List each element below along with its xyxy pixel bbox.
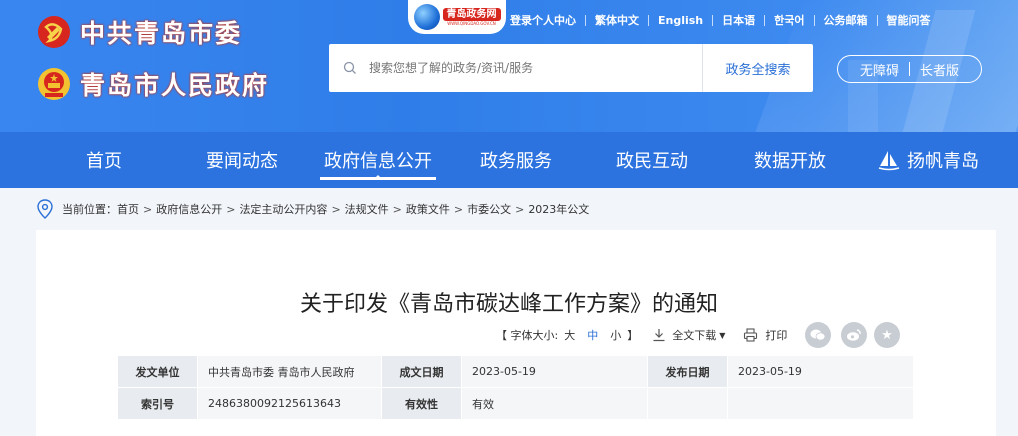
publish-date-value: 2023-05-19 xyxy=(727,355,914,388)
breadcrumb-item[interactable]: 政策文件 xyxy=(406,201,450,217)
download-button[interactable]: 全文下载 ▼ xyxy=(652,327,725,343)
top-link-japanese[interactable]: 日本语 xyxy=(712,14,764,26)
search-icon xyxy=(343,61,356,74)
validity-value: 有效 xyxy=(461,387,648,420)
wechat-share-icon[interactable] xyxy=(805,322,831,348)
favorite-star-icon[interactable]: ★ xyxy=(874,322,900,348)
date-label: 成文日期 xyxy=(381,355,462,388)
breadcrumb-prefix: 当前位置： xyxy=(62,203,117,216)
publish-date-label: 发布日期 xyxy=(647,355,728,388)
breadcrumb-separator: > xyxy=(453,202,464,216)
article-tools: 【 字体大小: 大 中 小 】 全文下载 ▼ 打印 xyxy=(496,327,787,343)
download-icon xyxy=(653,329,665,342)
accessibility-switch: 无障碍 长者版 xyxy=(837,55,982,83)
breadcrumb-separator: > xyxy=(392,202,402,216)
font-size-label: 【 字体大小: xyxy=(496,329,559,342)
font-size-medium-button[interactable]: 中 xyxy=(587,327,598,343)
weibo-share-icon[interactable] xyxy=(841,322,867,348)
top-link-qa[interactable]: 智能问答 xyxy=(876,14,940,26)
top-links: 登录个人中心 繁体中文 English 日本语 한국어 公务邮箱 智能问答 xyxy=(510,11,940,29)
qingdao-gov-logo[interactable]: 青岛政务网 WWW.QINGDAO.GOV.CN xyxy=(408,0,506,34)
top-link-login[interactable]: 登录个人中心 xyxy=(510,15,585,26)
logo-url: WWW.QINGDAO.GOV.CN xyxy=(447,20,496,26)
elder-mode-button[interactable]: 长者版 xyxy=(910,60,969,79)
accessibility-button[interactable]: 无障碍 xyxy=(850,60,909,79)
issuer-label: 发文单位 xyxy=(117,355,198,388)
nav-item-open-data[interactable]: 数据开放 xyxy=(750,132,830,188)
site-header: 中共青岛市委 青岛市人民政府 青岛政务网 WWW.QINGDAO.GOV.CN … xyxy=(0,0,1018,132)
party-brand-text: 中共青岛市委 xyxy=(80,19,243,48)
party-emblem-icon xyxy=(36,14,72,50)
nav-item-services[interactable]: 政务服务 xyxy=(476,132,556,188)
breadcrumb-separator: > xyxy=(143,202,153,216)
table-row: 索引号 2486380092125613643 有效性 有效 xyxy=(117,387,914,420)
top-link-korean[interactable]: 한국어 xyxy=(764,14,813,26)
breadcrumb-item[interactable]: 政府信息公开 xyxy=(156,201,222,217)
issuer-value: 中共青岛市委 青岛市人民政府 xyxy=(197,355,382,388)
empty-cell xyxy=(647,387,728,420)
globe-icon xyxy=(413,4,440,30)
breadcrumb-separator: > xyxy=(515,202,525,216)
breadcrumb-item[interactable]: 法规文件 xyxy=(345,201,389,217)
print-label: 打印 xyxy=(765,329,788,342)
index-label: 索引号 xyxy=(117,387,198,420)
party-brand[interactable]: 中共青岛市委 xyxy=(36,14,242,50)
nav-item-interaction[interactable]: 政民互动 xyxy=(612,132,692,188)
breadcrumb-item[interactable]: 法定主动公开内容 xyxy=(239,201,327,217)
nav-item-yangfan-label: 扬帆青岛 xyxy=(907,151,979,172)
breadcrumb-separator: > xyxy=(331,202,341,216)
font-size-close: 】 xyxy=(627,329,639,342)
empty-cell xyxy=(727,387,914,420)
search-input[interactable] xyxy=(369,61,689,75)
breadcrumb-separator: > xyxy=(226,202,236,216)
breadcrumb-item[interactable]: 2023年公文 xyxy=(528,201,589,217)
nav-item-info-disclosure[interactable]: 政府信息公开 xyxy=(320,132,436,188)
download-label: 全文下载 xyxy=(672,329,717,342)
search-button[interactable]: 政务全搜索 xyxy=(702,44,813,92)
font-size-big-button[interactable]: 大 xyxy=(564,327,575,343)
index-value: 2486380092125613643 xyxy=(197,387,382,420)
main-nav: 首页 要闻动态 政府信息公开 政务服务 政民互动 数据开放 扬帆青岛 xyxy=(0,132,1018,188)
top-link-mail[interactable]: 公务邮箱 xyxy=(813,14,877,26)
document-meta-table: 发文单位 中共青岛市委 青岛市人民政府 成文日期 2023-05-19 发布日期… xyxy=(117,355,914,420)
nav-item-home[interactable]: 首页 xyxy=(80,132,128,188)
top-link-english[interactable]: English xyxy=(648,14,712,26)
font-size-small-button[interactable]: 小 xyxy=(610,327,621,343)
top-link-traditional[interactable]: 繁体中文 xyxy=(585,14,648,26)
government-brand[interactable]: 青岛市人民政府 xyxy=(36,66,269,102)
government-brand-text: 青岛市人民政府 xyxy=(80,71,270,100)
nav-item-news[interactable]: 要闻动态 xyxy=(202,132,282,188)
validity-label: 有效性 xyxy=(381,387,462,420)
logo-title: 青岛政务网 xyxy=(442,7,501,21)
breadcrumb-item[interactable]: 市委公文 xyxy=(467,201,511,217)
search-bar: 政务全搜索 xyxy=(329,44,813,92)
national-emblem-icon xyxy=(36,66,72,102)
sailboat-icon xyxy=(878,151,900,171)
print-button[interactable]: 打印 xyxy=(743,327,787,343)
table-row: 发文单位 中共青岛市委 青岛市人民政府 成文日期 2023-05-19 发布日期… xyxy=(117,355,914,388)
breadcrumb-item[interactable]: 首页 xyxy=(117,201,139,217)
printer-icon xyxy=(744,328,758,342)
caret-down-icon: ▼ xyxy=(719,330,726,340)
date-value: 2023-05-19 xyxy=(461,355,648,388)
nav-item-yangfan[interactable]: 扬帆青岛 xyxy=(872,132,984,188)
breadcrumb: 当前位置： 首页 > 政府信息公开 > 法定主动公开内容 > 法规文件 > 政策… xyxy=(36,198,589,220)
location-pin-icon xyxy=(37,199,53,219)
article-title: 关于印发《青岛市碳达峰工作方案》的通知 xyxy=(299,292,718,317)
